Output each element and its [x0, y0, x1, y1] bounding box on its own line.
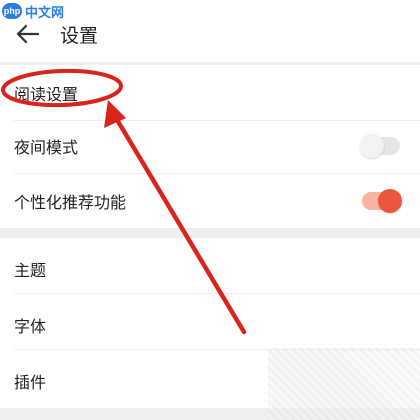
theme-label: 主题 [14, 261, 47, 280]
personalized-recommendation-label: 个性化推荐功能 [14, 193, 127, 212]
arrow-left-icon[interactable] [14, 20, 42, 48]
reading-settings-row[interactable]: 阅读设置 [0, 65, 420, 121]
watermark-text: 中文网 [25, 5, 65, 21]
plugin-label: 插件 [14, 373, 47, 392]
toggle-knob [360, 134, 384, 158]
personalized-recommendation-row[interactable]: 个性化推荐功能 [0, 173, 420, 229]
theme-row[interactable]: 主题 [0, 238, 420, 294]
font-row[interactable]: 字体 [0, 294, 420, 350]
settings-group-reading: 阅读设置 夜间模式 个性化推荐功能 [0, 65, 420, 228]
font-label: 字体 [14, 317, 47, 336]
watermark-logo: php [2, 3, 22, 19]
toggle-knob [378, 189, 402, 213]
personalized-recommendation-toggle[interactable] [362, 189, 402, 213]
night-mode-label: 夜间模式 [14, 138, 79, 157]
page-title: 设置 [60, 25, 99, 47]
night-mode-row[interactable]: 夜间模式 [0, 118, 420, 174]
night-mode-toggle[interactable] [360, 134, 400, 158]
reading-settings-label: 阅读设置 [14, 85, 79, 104]
watermark-pattern [268, 348, 420, 420]
site-watermark: php 中文网 [0, 0, 64, 22]
